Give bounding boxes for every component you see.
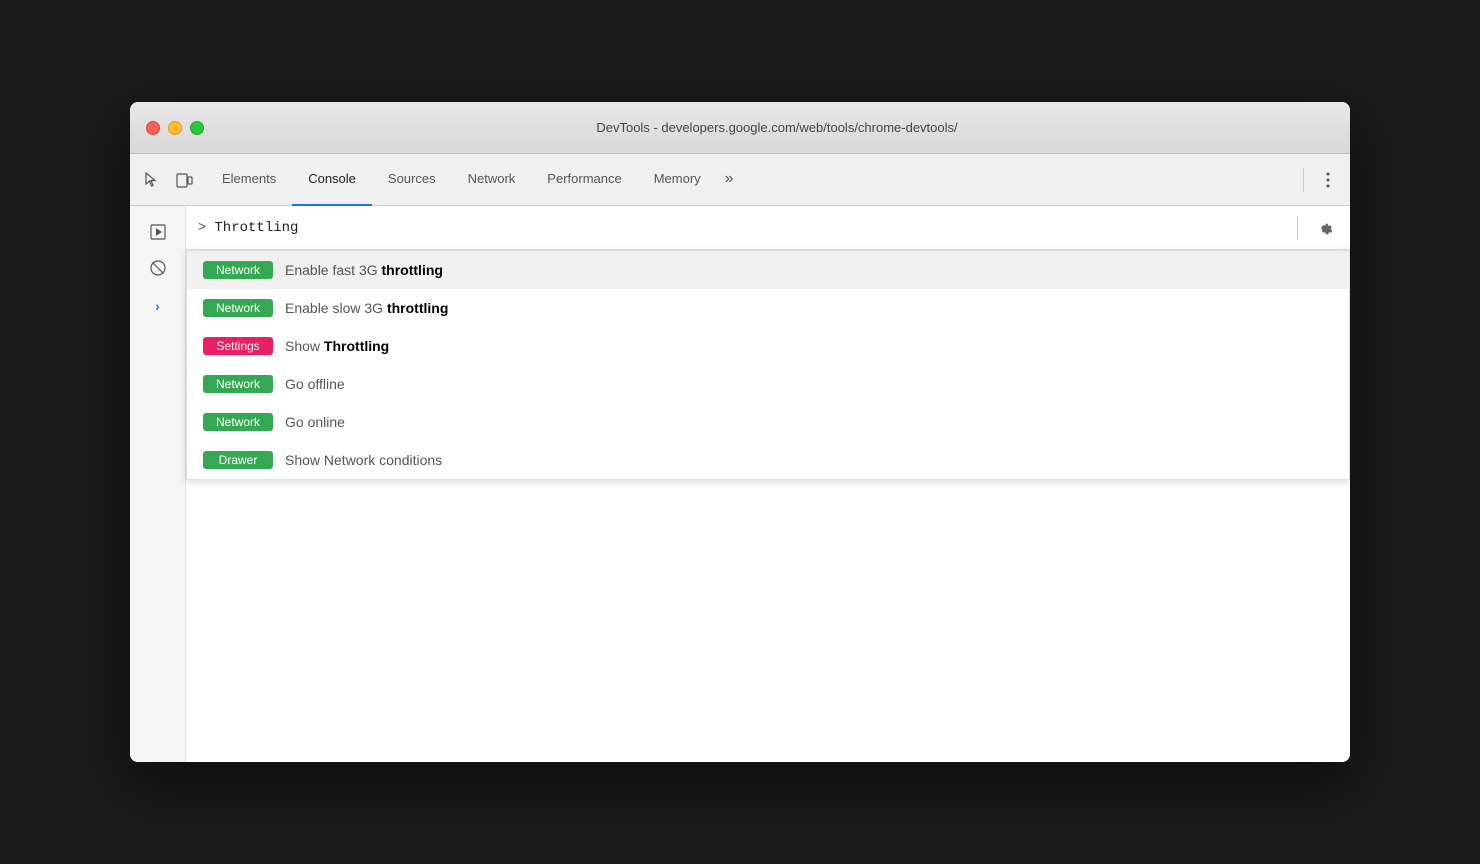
devtools-body: Elements Console Sources Network Perform…	[130, 154, 1350, 762]
badge-network-1: Network	[203, 261, 273, 279]
item-text-1: Enable fast 3G throttling	[285, 262, 443, 278]
console-input[interactable]	[214, 220, 1283, 236]
maximize-button[interactable]	[190, 121, 204, 135]
settings-gear-icon[interactable]	[1310, 214, 1338, 242]
titlebar: DevTools - developers.google.com/web/too…	[130, 102, 1350, 154]
tab-more-button[interactable]: »	[717, 154, 742, 206]
autocomplete-item-6[interactable]: Drawer Show Network conditions	[187, 441, 1349, 479]
tabs: Elements Console Sources Network Perform…	[206, 154, 1297, 206]
tab-network[interactable]: Network	[452, 154, 532, 206]
sidebar-block-icon[interactable]	[144, 254, 172, 282]
main-area: › >	[130, 206, 1350, 762]
badge-drawer-1: Drawer	[203, 451, 273, 469]
autocomplete-item-2[interactable]: Network Enable slow 3G throttling	[187, 289, 1349, 327]
badge-network-4: Network	[203, 413, 273, 431]
autocomplete-item-3[interactable]: Settings Show Throttling	[187, 327, 1349, 365]
inspect-element-icon[interactable]	[138, 166, 166, 194]
minimize-button[interactable]	[168, 121, 182, 135]
console-panel: > Netw	[186, 206, 1350, 762]
tab-sources[interactable]: Sources	[372, 154, 452, 206]
item-text-5: Go online	[285, 414, 345, 430]
tabbar-left-icons	[138, 166, 198, 194]
console-input-wrapper: >	[198, 220, 1283, 236]
tab-console[interactable]: Console	[292, 154, 372, 206]
more-options-icon[interactable]	[1314, 166, 1342, 194]
window-title: DevTools - developers.google.com/web/too…	[220, 120, 1334, 135]
tabbar: Elements Console Sources Network Perform…	[130, 154, 1350, 206]
tab-elements[interactable]: Elements	[206, 154, 292, 206]
traffic-lights	[146, 121, 204, 135]
autocomplete-item-4[interactable]: Network Go offline	[187, 365, 1349, 403]
divider	[1303, 168, 1304, 192]
badge-network-3: Network	[203, 375, 273, 393]
sidebar-play-icon[interactable]	[144, 218, 172, 246]
badge-settings-1: Settings	[203, 337, 273, 355]
console-right-icons	[1291, 214, 1338, 242]
sidebar-expand-icon[interactable]: ›	[147, 290, 168, 322]
item-text-3: Show Throttling	[285, 338, 389, 354]
autocomplete-item-1[interactable]: Network Enable fast 3G throttling	[187, 251, 1349, 289]
badge-network-2: Network	[203, 299, 273, 317]
autocomplete-item-5[interactable]: Network Go online	[187, 403, 1349, 441]
tabbar-right-icons	[1297, 166, 1342, 194]
right-divider	[1297, 216, 1298, 240]
item-text-4: Go offline	[285, 376, 345, 392]
close-button[interactable]	[146, 121, 160, 135]
tab-memory[interactable]: Memory	[638, 154, 717, 206]
item-text-2: Enable slow 3G throttling	[285, 300, 448, 316]
tab-performance[interactable]: Performance	[531, 154, 637, 206]
item-text-6: Show Network conditions	[285, 452, 442, 468]
console-prompt: >	[198, 220, 206, 236]
device-toggle-icon[interactable]	[170, 166, 198, 194]
autocomplete-dropdown: Network Enable fast 3G throttling Networ…	[186, 250, 1350, 480]
sidebar: ›	[130, 206, 186, 762]
devtools-window: DevTools - developers.google.com/web/too…	[130, 102, 1350, 762]
console-toolbar: >	[186, 206, 1350, 250]
